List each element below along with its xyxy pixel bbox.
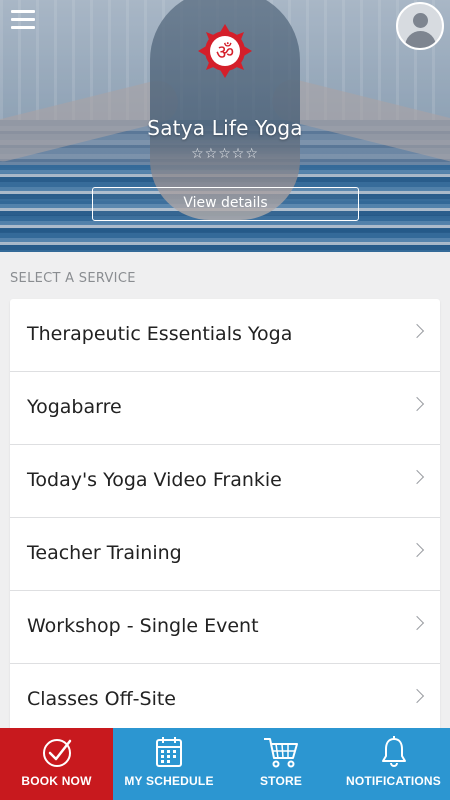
bottom-nav: BOOK NOW MY SCHEDULE STORE NOTIFICATIONS [0, 728, 450, 800]
nav-my-schedule[interactable]: MY SCHEDULE [113, 728, 225, 800]
view-details-button[interactable]: View details [92, 187, 359, 221]
chevron-right-icon [409, 688, 425, 704]
bell-icon [381, 736, 406, 767]
avatar[interactable] [396, 2, 444, 50]
service-item-label: Teacher Training [27, 542, 182, 564]
nav-label: BOOK NOW [21, 774, 92, 788]
service-item-label: Workshop - Single Event [27, 615, 259, 637]
nav-book-now[interactable]: BOOK NOW [0, 728, 113, 800]
hero-banner: ॐ Satya Life Yoga ☆☆☆☆☆ View details [0, 0, 450, 252]
service-item-yogabarre[interactable]: Yogabarre [10, 372, 440, 445]
chevron-right-icon [409, 615, 425, 631]
service-item-teacher-training[interactable]: Teacher Training [10, 518, 440, 591]
rating-stars: ☆☆☆☆☆ [191, 146, 259, 162]
hamburger-menu-icon[interactable] [11, 10, 35, 32]
service-item-label: Therapeutic Essentials Yoga [27, 323, 293, 345]
calendar-icon [156, 737, 182, 767]
service-item-workshop-single-event[interactable]: Workshop - Single Event [10, 591, 440, 664]
chevron-right-icon [409, 323, 425, 339]
cart-icon [264, 738, 298, 768]
studio-logo: ॐ [198, 24, 252, 78]
nav-store[interactable]: STORE [225, 728, 337, 800]
chevron-right-icon [409, 542, 425, 558]
service-item-label: Today's Yoga Video Frankie [27, 469, 282, 491]
section-heading: SELECT A SERVICE [10, 271, 136, 286]
chevron-right-icon [409, 396, 425, 412]
service-item-classes-off-site[interactable]: Classes Off-Site [10, 664, 440, 737]
check-circle-icon [42, 739, 71, 767]
service-item-therapeutic-essentials-yoga[interactable]: Therapeutic Essentials Yoga [10, 299, 440, 372]
service-item-label: Yogabarre [27, 396, 122, 418]
service-item-todays-yoga-video[interactable]: Today's Yoga Video Frankie [10, 445, 440, 518]
studio-name: Satya Life Yoga [147, 116, 303, 140]
service-item-label: Classes Off-Site [27, 688, 176, 710]
service-list: Therapeutic Essentials Yoga Yogabarre To… [10, 299, 440, 737]
nav-label: STORE [259, 774, 303, 788]
svg-text:ॐ: ॐ [216, 40, 234, 64]
nav-notifications[interactable]: NOTIFICATIONS [337, 728, 450, 800]
nav-label: MY SCHEDULE [124, 774, 214, 788]
chevron-right-icon [409, 469, 425, 485]
nav-label: NOTIFICATIONS [345, 774, 442, 788]
